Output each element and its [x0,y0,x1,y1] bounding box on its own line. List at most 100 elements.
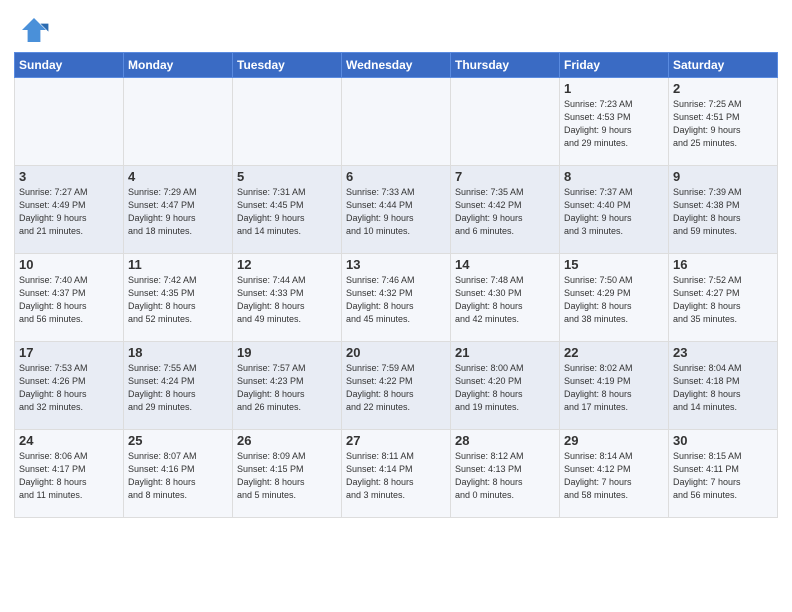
calendar-cell [233,78,342,166]
day-info: Sunrise: 7:52 AM Sunset: 4:27 PM Dayligh… [673,274,773,326]
weekday-sunday: Sunday [15,53,124,78]
day-number: 13 [346,257,446,272]
day-info: Sunrise: 7:44 AM Sunset: 4:33 PM Dayligh… [237,274,337,326]
calendar-cell: 15 Sunrise: 7:50 AM Sunset: 4:29 PM Dayli… [560,254,669,342]
day-number: 9 [673,169,773,184]
day-info: Sunrise: 7:25 AM Sunset: 4:51 PM Dayligh… [673,98,773,150]
calendar-cell: 29 Sunrise: 8:14 AM Sunset: 4:12 PM Dayli… [560,430,669,518]
calendar-cell: 25Sunrise: 8:07 AM Sunset: 4:16 PM Dayli… [124,430,233,518]
day-number: 17 [19,345,119,360]
day-number: 12 [237,257,337,272]
day-info: Sunrise: 7:57 AM Sunset: 4:23 PM Dayligh… [237,362,337,414]
day-info: Sunrise: 7:50 AM Sunset: 4:29 PM Dayligh… [564,274,664,326]
day-info: Sunrise: 7:42 AM Sunset: 4:35 PM Dayligh… [128,274,228,326]
day-info: Sunrise: 7:46 AM Sunset: 4:32 PM Dayligh… [346,274,446,326]
calendar-cell [15,78,124,166]
calendar-cell: 4Sunrise: 7:29 AM Sunset: 4:47 PM Daylig… [124,166,233,254]
calendar-cell: 9 Sunrise: 7:39 AM Sunset: 4:38 PM Daylig… [669,166,778,254]
page-container: SundayMondayTuesdayWednesdayThursdayFrid… [0,0,792,526]
day-info: Sunrise: 8:00 AM Sunset: 4:20 PM Dayligh… [455,362,555,414]
day-info: Sunrise: 7:33 AM Sunset: 4:44 PM Dayligh… [346,186,446,238]
day-number: 18 [128,345,228,360]
day-info: Sunrise: 8:02 AM Sunset: 4:19 PM Dayligh… [564,362,664,414]
day-number: 8 [564,169,664,184]
day-info: Sunrise: 7:35 AM Sunset: 4:42 PM Dayligh… [455,186,555,238]
calendar-cell: 21Sunrise: 8:00 AM Sunset: 4:20 PM Dayli… [451,342,560,430]
day-number: 5 [237,169,337,184]
day-number: 24 [19,433,119,448]
day-info: Sunrise: 8:14 AM Sunset: 4:12 PM Dayligh… [564,450,664,502]
day-number: 10 [19,257,119,272]
day-info: Sunrise: 7:48 AM Sunset: 4:30 PM Dayligh… [455,274,555,326]
day-number: 11 [128,257,228,272]
calendar-cell: 8 Sunrise: 7:37 AM Sunset: 4:40 PM Daylig… [560,166,669,254]
calendar-body: 1 Sunrise: 7:23 AM Sunset: 4:53 PM Daylig… [15,78,778,518]
calendar-cell: 17 Sunrise: 7:53 AM Sunset: 4:26 PM Dayli… [15,342,124,430]
day-info: Sunrise: 8:09 AM Sunset: 4:15 PM Dayligh… [237,450,337,502]
calendar-cell: 20Sunrise: 7:59 AM Sunset: 4:22 PM Dayli… [342,342,451,430]
weekday-monday: Monday [124,53,233,78]
calendar-cell: 24 Sunrise: 8:06 AM Sunset: 4:17 PM Dayli… [15,430,124,518]
day-info: Sunrise: 7:39 AM Sunset: 4:38 PM Dayligh… [673,186,773,238]
day-info: Sunrise: 7:23 AM Sunset: 4:53 PM Dayligh… [564,98,664,150]
day-number: 1 [564,81,664,96]
calendar-cell: 23 Sunrise: 8:04 AM Sunset: 4:18 PM Dayli… [669,342,778,430]
day-number: 15 [564,257,664,272]
calendar-cell: 7 Sunrise: 7:35 AM Sunset: 4:42 PM Daylig… [451,166,560,254]
day-number: 27 [346,433,446,448]
day-number: 2 [673,81,773,96]
weekday-wednesday: Wednesday [342,53,451,78]
calendar-cell: 6 Sunrise: 7:33 AM Sunset: 4:44 PM Daylig… [342,166,451,254]
day-number: 4 [128,169,228,184]
weekday-row: SundayMondayTuesdayWednesdayThursdayFrid… [15,53,778,78]
day-info: Sunrise: 8:04 AM Sunset: 4:18 PM Dayligh… [673,362,773,414]
day-number: 14 [455,257,555,272]
day-info: Sunrise: 7:40 AM Sunset: 4:37 PM Dayligh… [19,274,119,326]
day-number: 16 [673,257,773,272]
calendar-cell: 13 Sunrise: 7:46 AM Sunset: 4:32 PM Dayli… [342,254,451,342]
weekday-tuesday: Tuesday [233,53,342,78]
day-number: 22 [564,345,664,360]
calendar-cell: 14 Sunrise: 7:48 AM Sunset: 4:30 PM Dayli… [451,254,560,342]
weekday-thursday: Thursday [451,53,560,78]
day-number: 26 [237,433,337,448]
logo-icon [18,14,50,46]
day-info: Sunrise: 7:27 AM Sunset: 4:49 PM Dayligh… [19,186,119,238]
day-number: 6 [346,169,446,184]
day-number: 7 [455,169,555,184]
calendar-cell: 26 Sunrise: 8:09 AM Sunset: 4:15 PM Dayli… [233,430,342,518]
header [14,10,778,46]
day-number: 28 [455,433,555,448]
weekday-saturday: Saturday [669,53,778,78]
weekday-friday: Friday [560,53,669,78]
day-number: 19 [237,345,337,360]
day-info: Sunrise: 7:37 AM Sunset: 4:40 PM Dayligh… [564,186,664,238]
calendar-cell: 11 Sunrise: 7:42 AM Sunset: 4:35 PM Dayli… [124,254,233,342]
day-info: Sunrise: 7:53 AM Sunset: 4:26 PM Dayligh… [19,362,119,414]
day-number: 29 [564,433,664,448]
day-info: Sunrise: 7:59 AM Sunset: 4:22 PM Dayligh… [346,362,446,414]
day-number: 30 [673,433,773,448]
calendar-cell: 1 Sunrise: 7:23 AM Sunset: 4:53 PM Daylig… [560,78,669,166]
calendar-cell: 27 Sunrise: 8:11 AM Sunset: 4:14 PM Dayli… [342,430,451,518]
week-row-1: 1 Sunrise: 7:23 AM Sunset: 4:53 PM Daylig… [15,78,778,166]
calendar-cell: 28Sunrise: 8:12 AM Sunset: 4:13 PM Dayli… [451,430,560,518]
calendar-cell [451,78,560,166]
calendar-cell: 10 Sunrise: 7:40 AM Sunset: 4:37 PM Dayli… [15,254,124,342]
calendar-cell: 16 Sunrise: 7:52 AM Sunset: 4:27 PM Dayli… [669,254,778,342]
calendar: SundayMondayTuesdayWednesdayThursdayFrid… [14,52,778,518]
calendar-cell: 5Sunrise: 7:31 AM Sunset: 4:45 PM Daylig… [233,166,342,254]
calendar-cell: 12 Sunrise: 7:44 AM Sunset: 4:33 PM Dayli… [233,254,342,342]
calendar-cell [342,78,451,166]
calendar-cell: 3Sunrise: 7:27 AM Sunset: 4:49 PM Daylig… [15,166,124,254]
week-row-5: 24 Sunrise: 8:06 AM Sunset: 4:17 PM Dayli… [15,430,778,518]
day-info: Sunrise: 8:15 AM Sunset: 4:11 PM Dayligh… [673,450,773,502]
day-info: Sunrise: 8:06 AM Sunset: 4:17 PM Dayligh… [19,450,119,502]
day-number: 23 [673,345,773,360]
calendar-cell: 2 Sunrise: 7:25 AM Sunset: 4:51 PM Daylig… [669,78,778,166]
calendar-cell: 22 Sunrise: 8:02 AM Sunset: 4:19 PM Dayli… [560,342,669,430]
day-info: Sunrise: 8:07 AM Sunset: 4:16 PM Dayligh… [128,450,228,502]
day-info: Sunrise: 8:11 AM Sunset: 4:14 PM Dayligh… [346,450,446,502]
day-info: Sunrise: 7:55 AM Sunset: 4:24 PM Dayligh… [128,362,228,414]
calendar-header: SundayMondayTuesdayWednesdayThursdayFrid… [15,53,778,78]
